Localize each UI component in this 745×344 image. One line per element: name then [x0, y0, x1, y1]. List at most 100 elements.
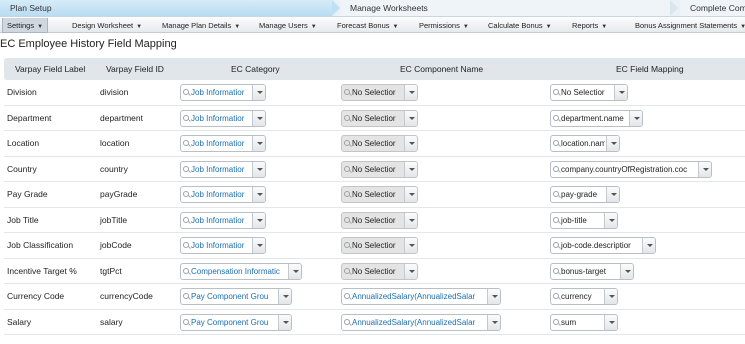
dropdown-arrow-icon[interactable]	[620, 263, 633, 279]
menu-reports[interactable]: Reports ▼	[572, 18, 607, 33]
wizard-step-plan-setup[interactable]: Plan Setup	[0, 0, 340, 16]
varpay-field-label: Location	[7, 138, 40, 148]
ec-field-mapping-select-value: currency	[561, 292, 592, 301]
dropdown-arrow-icon	[404, 110, 417, 126]
ec-component-name-select-value: AnnualizedSalary(AnnualizedSalar	[352, 292, 476, 301]
ec-category-select[interactable]: Compensation Informatic	[180, 262, 302, 280]
caret-down-icon: ▼	[740, 24, 745, 30]
menu-manage-users[interactable]: Manage Users ▼	[259, 18, 317, 33]
ec-category-select[interactable]: Job Informatior	[180, 160, 266, 178]
dropdown-arrow-icon[interactable]	[278, 314, 291, 330]
search-icon	[183, 87, 191, 99]
ec-field-mapping-select[interactable]: pay-grade	[550, 186, 620, 203]
menu-forecast-bonus[interactable]: Forecast Bonus ▼	[337, 18, 398, 33]
varpay-field-id: salary	[100, 316, 123, 327]
caret-down-icon: ▼	[392, 24, 399, 30]
ec-component-name-select[interactable]: AnnualizedSalary(AnnualizedSalar	[341, 288, 501, 305]
menu-permissions[interactable]: Permissions ▼	[419, 18, 469, 33]
ec-category-select[interactable]: Pay Component Grou	[180, 288, 292, 305]
menu-label: Manage Plan Details	[162, 21, 232, 30]
ec-field-mapping-select[interactable]: job-title	[550, 211, 618, 229]
ec-field-mapping-select-value: job-title	[561, 215, 587, 225]
dropdown-arrow-icon[interactable]	[629, 110, 642, 126]
ec-component-name-select-value: No Selectior	[352, 241, 396, 250]
varpay-field-id: tgtPct	[100, 265, 122, 276]
caret-down-icon: ▼	[310, 24, 317, 30]
dropdown-arrow-icon[interactable]	[604, 314, 617, 330]
ec-field-mapping-select[interactable]: sum	[550, 313, 618, 331]
dropdown-arrow-icon[interactable]	[487, 289, 500, 304]
ec-category-select[interactable]: Job Informatior	[180, 186, 266, 203]
search-icon	[344, 240, 352, 252]
search-icon	[183, 317, 191, 329]
table-row: Job Classification jobCode Job Informatior…	[4, 233, 745, 259]
wizard-step-manage-worksheets[interactable]: Manage Worksheets	[340, 0, 678, 16]
ec-field-mapping-select-value: department.name	[561, 113, 624, 123]
dropdown-arrow-icon[interactable]	[698, 161, 711, 177]
dropdown-arrow-icon[interactable]	[604, 289, 617, 304]
ec-category-select[interactable]: Job Informatior	[180, 211, 266, 229]
ec-category-select[interactable]: Pay Component Grou	[180, 313, 292, 331]
ec-field-mapping-select[interactable]: job-code.descriptior	[550, 237, 656, 254]
column-header-varpay-field-label: Varpay Field Label	[15, 64, 86, 74]
menu-design-worksheet[interactable]: Design Worksheet ▼	[72, 18, 142, 33]
ec-category-select[interactable]: Job Informatior	[180, 84, 266, 101]
ec-component-name-select: No Selectior	[341, 84, 418, 101]
menu-label: Bonus Assignment Statements	[635, 21, 738, 30]
search-icon	[553, 291, 561, 303]
search-icon	[553, 189, 561, 201]
dropdown-arrow-icon[interactable]	[278, 289, 291, 304]
dropdown-arrow-icon	[404, 263, 417, 279]
ec-field-mapping-select[interactable]: department.name	[550, 109, 643, 127]
table-row: Division division Job Informatior No Select…	[4, 80, 745, 106]
dropdown-arrow-icon[interactable]	[252, 161, 265, 177]
dropdown-arrow-icon[interactable]	[604, 212, 617, 228]
ec-category-select[interactable]: Job Informatior	[180, 237, 266, 254]
table-row: Department department Job Informatior No Se…	[4, 106, 745, 131]
varpay-field-label: Country	[7, 163, 37, 174]
menu-label: Settings	[7, 21, 35, 30]
search-icon	[553, 164, 561, 176]
varpay-field-id: jobTitle	[100, 214, 128, 225]
dropdown-arrow-icon[interactable]	[252, 136, 265, 151]
dropdown-arrow-icon[interactable]	[252, 212, 265, 228]
dropdown-arrow-icon[interactable]	[252, 85, 265, 100]
dropdown-arrow-icon[interactable]	[288, 263, 301, 279]
dropdown-arrow-icon[interactable]	[252, 187, 265, 202]
ec-component-name-select-value: No Selectior	[352, 113, 396, 123]
menu-label: Calculate Bonus	[488, 21, 543, 30]
column-header-ec-field-mapping: EC Field Mapping	[616, 64, 684, 74]
varpay-field-label: Department	[7, 112, 52, 123]
table-row: Currency Code currencyCode Pay Component G…	[4, 284, 745, 310]
dropdown-arrow-icon[interactable]	[487, 314, 500, 330]
dropdown-arrow-icon[interactable]	[252, 110, 265, 126]
ec-category-select-value: Pay Component Grou	[191, 292, 269, 301]
ec-category-select-value: Job Informatior	[191, 164, 245, 174]
dropdown-arrow-icon[interactable]	[606, 187, 619, 202]
column-header-ec-category: EC Category	[231, 64, 280, 74]
ec-component-name-select: No Selectior	[341, 262, 418, 280]
ec-field-mapping-select[interactable]: No Selectior	[550, 84, 628, 101]
ec-category-select[interactable]: Job Informatior	[180, 109, 266, 127]
menu-bonus-assignment-statements[interactable]: Bonus Assignment Statements ▼	[635, 18, 745, 33]
ec-field-mapping-select-value: sum	[561, 317, 577, 327]
dropdown-arrow-icon[interactable]	[252, 238, 265, 253]
ec-field-mapping-select[interactable]: currency	[550, 288, 618, 305]
dropdown-arrow-icon[interactable]	[614, 85, 627, 100]
search-icon	[344, 87, 352, 99]
dropdown-arrow-icon	[404, 85, 417, 100]
ec-field-mapping-select[interactable]: bonus-target	[550, 262, 634, 280]
ec-category-select-value: Compensation Informatic	[191, 266, 280, 276]
menu-settings[interactable]: Settings ▼	[2, 18, 49, 33]
column-header-varpay-field-id: Varpay Field ID	[106, 64, 164, 74]
dropdown-arrow-icon[interactable]	[642, 238, 655, 253]
ec-component-name-select[interactable]: AnnualizedSalary(AnnualizedSalar	[341, 313, 501, 331]
ec-field-mapping-select[interactable]: company.countryOfRegistration.coc	[550, 160, 712, 178]
menu-manage-plan-details[interactable]: Manage Plan Details ▼	[162, 18, 240, 33]
ec-field-mapping-select[interactable]: location.name	[550, 135, 620, 152]
dropdown-arrow-icon[interactable]	[606, 136, 619, 151]
menu-calculate-bonus[interactable]: Calculate Bonus ▼	[488, 18, 552, 33]
wizard-step-complete-comp[interactable]: Complete Comp	[680, 0, 745, 16]
ec-component-name-select: No Selectior	[341, 186, 418, 203]
ec-category-select[interactable]: Job Informatior	[180, 135, 266, 152]
